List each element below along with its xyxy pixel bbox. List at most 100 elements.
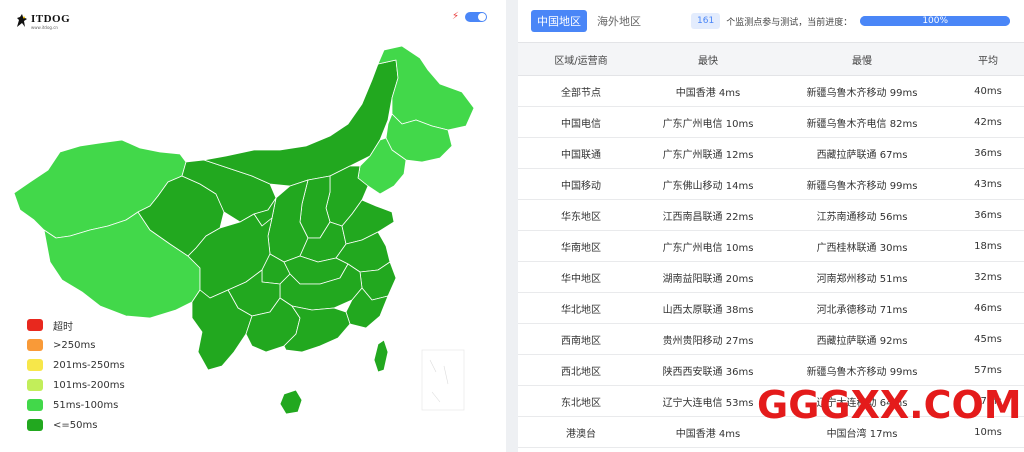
region-taiwan <box>373 339 389 373</box>
legend-item-51-100: 51ms-100ms <box>27 395 125 415</box>
table-header-row: 区域/运营商 最快 最慢 平均 <box>518 42 1024 76</box>
table-body: 全部节点 中国香港 4ms 新疆乌鲁木齐移动 99ms 40ms 中国电信 广东广州电信 … <box>518 75 1024 448</box>
table-row: 中国移动 广东佛山移动 14ms 新疆乌鲁木齐移动 99ms 43ms <box>518 168 1024 200</box>
cell-fastest: 贵州贵阳移动 27ms <box>644 323 772 355</box>
cell-average: 43ms <box>952 168 1024 200</box>
cell-slowest: 中国台湾 17ms <box>772 416 952 448</box>
column-header-slowest[interactable]: 最慢 <box>772 42 952 76</box>
cell-average: 57ms <box>952 385 1024 417</box>
cell-average: 57ms <box>952 354 1024 386</box>
column-header-average[interactable]: 平均 <box>952 42 1024 76</box>
cell-fastest: 湖南益阳联通 20ms <box>644 261 772 293</box>
logo-subtitle: www.itdog.cn <box>31 25 58 30</box>
progress-bar: 100% <box>860 16 1011 26</box>
cell-region: 中国电信 <box>518 106 644 138</box>
cell-fastest: 广东广州电信 10ms <box>644 106 772 138</box>
table-row: 华南地区 广东广州电信 10ms 广西桂林联通 30ms 18ms <box>518 230 1024 262</box>
cell-fastest: 广东广州联通 12ms <box>644 137 772 169</box>
table-row: 华东地区 江西南昌联通 22ms 江苏南通移动 56ms 36ms <box>518 199 1024 231</box>
table-row: 西南地区 贵州贵阳移动 27ms 西藏拉萨联通 92ms 45ms <box>518 323 1024 355</box>
cell-region: 全部节点 <box>518 75 644 107</box>
legend-item-201-250: 201ms-250ms <box>27 355 125 375</box>
cell-slowest: 辽宁大连移动 64ms <box>772 385 952 417</box>
node-count-badge: 161 <box>691 13 721 29</box>
tab-domestic[interactable]: 中国地区 <box>531 10 587 32</box>
legend-swatch <box>27 419 43 431</box>
table-row: 中国电信 广东广州电信 10ms 新疆乌鲁木齐电信 82ms 42ms <box>518 106 1024 138</box>
cell-average: 40ms <box>952 75 1024 107</box>
cell-region: 华中地区 <box>518 261 644 293</box>
progress-label: 100% <box>922 16 949 26</box>
logo-title: ITDOG <box>31 13 71 25</box>
cell-slowest: 新疆乌鲁木齐移动 99ms <box>772 75 952 107</box>
legend: 超时 >250ms 201ms-250ms 101ms-200ms 51ms-1… <box>27 315 125 435</box>
cell-average: 32ms <box>952 261 1024 293</box>
cell-slowest: 西藏拉萨联通 92ms <box>772 323 952 355</box>
cell-region: 港澳台 <box>518 416 644 448</box>
cell-average: 42ms <box>952 106 1024 138</box>
cell-slowest: 西藏拉萨联通 67ms <box>772 137 952 169</box>
results-table: 区域/运营商 最快 最慢 平均 全部节点 中国香港 4ms 新疆乌鲁木齐移动 99m… <box>518 42 1024 448</box>
south-china-sea-inset <box>421 349 465 411</box>
lightning-icon: ⚡ <box>452 11 460 22</box>
cell-slowest: 新疆乌鲁木齐电信 82ms <box>772 106 952 138</box>
cell-fastest: 江西南昌联通 22ms <box>644 199 772 231</box>
legend-swatch <box>27 399 43 411</box>
map-panel: ITDOG www.itdog.cn ⚡ 超时 >250ms 201ms-250… <box>0 0 506 452</box>
panel-divider <box>506 0 518 452</box>
cell-region: 华东地区 <box>518 199 644 231</box>
cell-fastest: 广东佛山移动 14ms <box>644 168 772 200</box>
cell-region: 西北地区 <box>518 354 644 386</box>
dog-logo-icon <box>17 14 27 27</box>
cell-slowest: 河南郑州移动 51ms <box>772 261 952 293</box>
legend-label: 51ms-100ms <box>53 399 119 411</box>
legend-label: 201ms-250ms <box>53 359 125 371</box>
table-row: 西北地区 陕西西安联通 36ms 新疆乌鲁木齐移动 99ms 57ms <box>518 354 1024 386</box>
cell-region: 华南地区 <box>518 230 644 262</box>
legend-item-le50: <=50ms <box>27 415 125 435</box>
progress-text: 个监测点参与测试，当前进度： <box>726 17 853 28</box>
cell-average: 36ms <box>952 137 1024 169</box>
legend-swatch <box>27 339 43 351</box>
cell-slowest: 河北承德移动 71ms <box>772 292 952 324</box>
column-header-region[interactable]: 区域/运营商 <box>518 42 644 76</box>
cell-region: 中国联通 <box>518 137 644 169</box>
table-row: 港澳台 中国香港 4ms 中国台湾 17ms 10ms <box>518 416 1024 448</box>
cell-average: 18ms <box>952 230 1024 262</box>
cell-fastest: 山西太原联通 38ms <box>644 292 772 324</box>
results-toolbar: 中国地区 海外地区 161 个监测点参与测试，当前进度： 100% <box>518 0 1024 42</box>
legend-swatch <box>27 319 43 331</box>
cell-fastest: 中国香港 4ms <box>644 75 772 107</box>
column-header-fastest[interactable]: 最快 <box>644 42 772 76</box>
cell-region: 西南地区 <box>518 323 644 355</box>
region-hainan <box>279 389 303 415</box>
tab-overseas[interactable]: 海外地区 <box>591 10 647 32</box>
legend-item-timeout: 超时 <box>27 315 125 335</box>
legend-label: >250ms <box>53 339 96 351</box>
legend-item-over250: >250ms <box>27 335 125 355</box>
map-toggle[interactable]: ⚡ <box>452 11 488 22</box>
legend-swatch <box>27 379 43 391</box>
results-panel: 中国地区 海外地区 161 个监测点参与测试，当前进度： 100% 区域/运营商… <box>518 0 1024 452</box>
table-row: 东北地区 辽宁大连电信 53ms 辽宁大连移动 64ms 57ms <box>518 385 1024 417</box>
page-root: ITDOG www.itdog.cn ⚡ 超时 >250ms 201ms-250… <box>0 0 1024 452</box>
cell-average: 45ms <box>952 323 1024 355</box>
cell-fastest: 陕西西安联通 36ms <box>644 354 772 386</box>
cell-average: 36ms <box>952 199 1024 231</box>
cell-region: 东北地区 <box>518 385 644 417</box>
cell-fastest: 广东广州电信 10ms <box>644 230 772 262</box>
table-row: 华中地区 湖南益阳联通 20ms 河南郑州移动 51ms 32ms <box>518 261 1024 293</box>
cell-fastest: 辽宁大连电信 53ms <box>644 385 772 417</box>
table-row: 中国联通 广东广州联通 12ms 西藏拉萨联通 67ms 36ms <box>518 137 1024 169</box>
cell-fastest: 中国香港 4ms <box>644 416 772 448</box>
cell-slowest: 新疆乌鲁木齐移动 99ms <box>772 354 952 386</box>
legend-swatch <box>27 359 43 371</box>
cell-region: 中国移动 <box>518 168 644 200</box>
cell-average: 10ms <box>952 416 1024 448</box>
table-row: 全部节点 中国香港 4ms 新疆乌鲁木齐移动 99ms 40ms <box>518 75 1024 107</box>
legend-label: 101ms-200ms <box>53 379 125 391</box>
toggle-switch[interactable] <box>465 12 488 22</box>
cell-average: 46ms <box>952 292 1024 324</box>
table-row: 华北地区 山西太原联通 38ms 河北承德移动 71ms 46ms <box>518 292 1024 324</box>
legend-label: <=50ms <box>53 419 98 431</box>
